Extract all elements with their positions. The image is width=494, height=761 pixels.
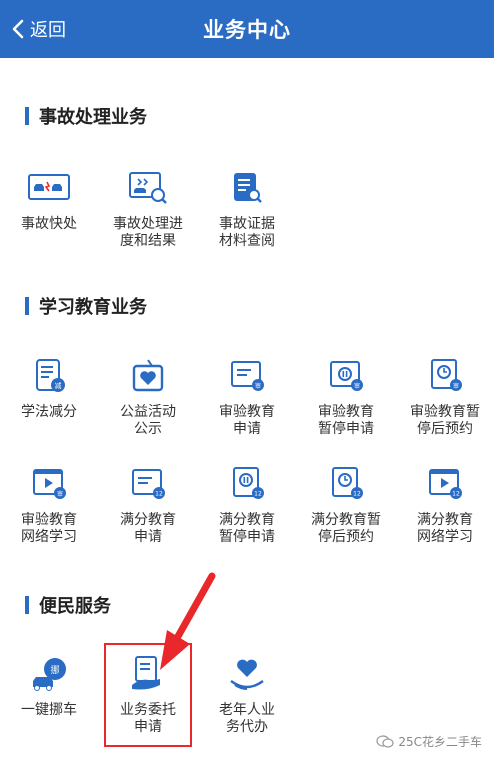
watermark-text: 25C花乡二手车 [398,735,482,749]
wechat-icon [376,734,394,748]
red-arrow-icon [160,572,216,670]
watermark: 25C花乡二手车 [376,733,482,750]
